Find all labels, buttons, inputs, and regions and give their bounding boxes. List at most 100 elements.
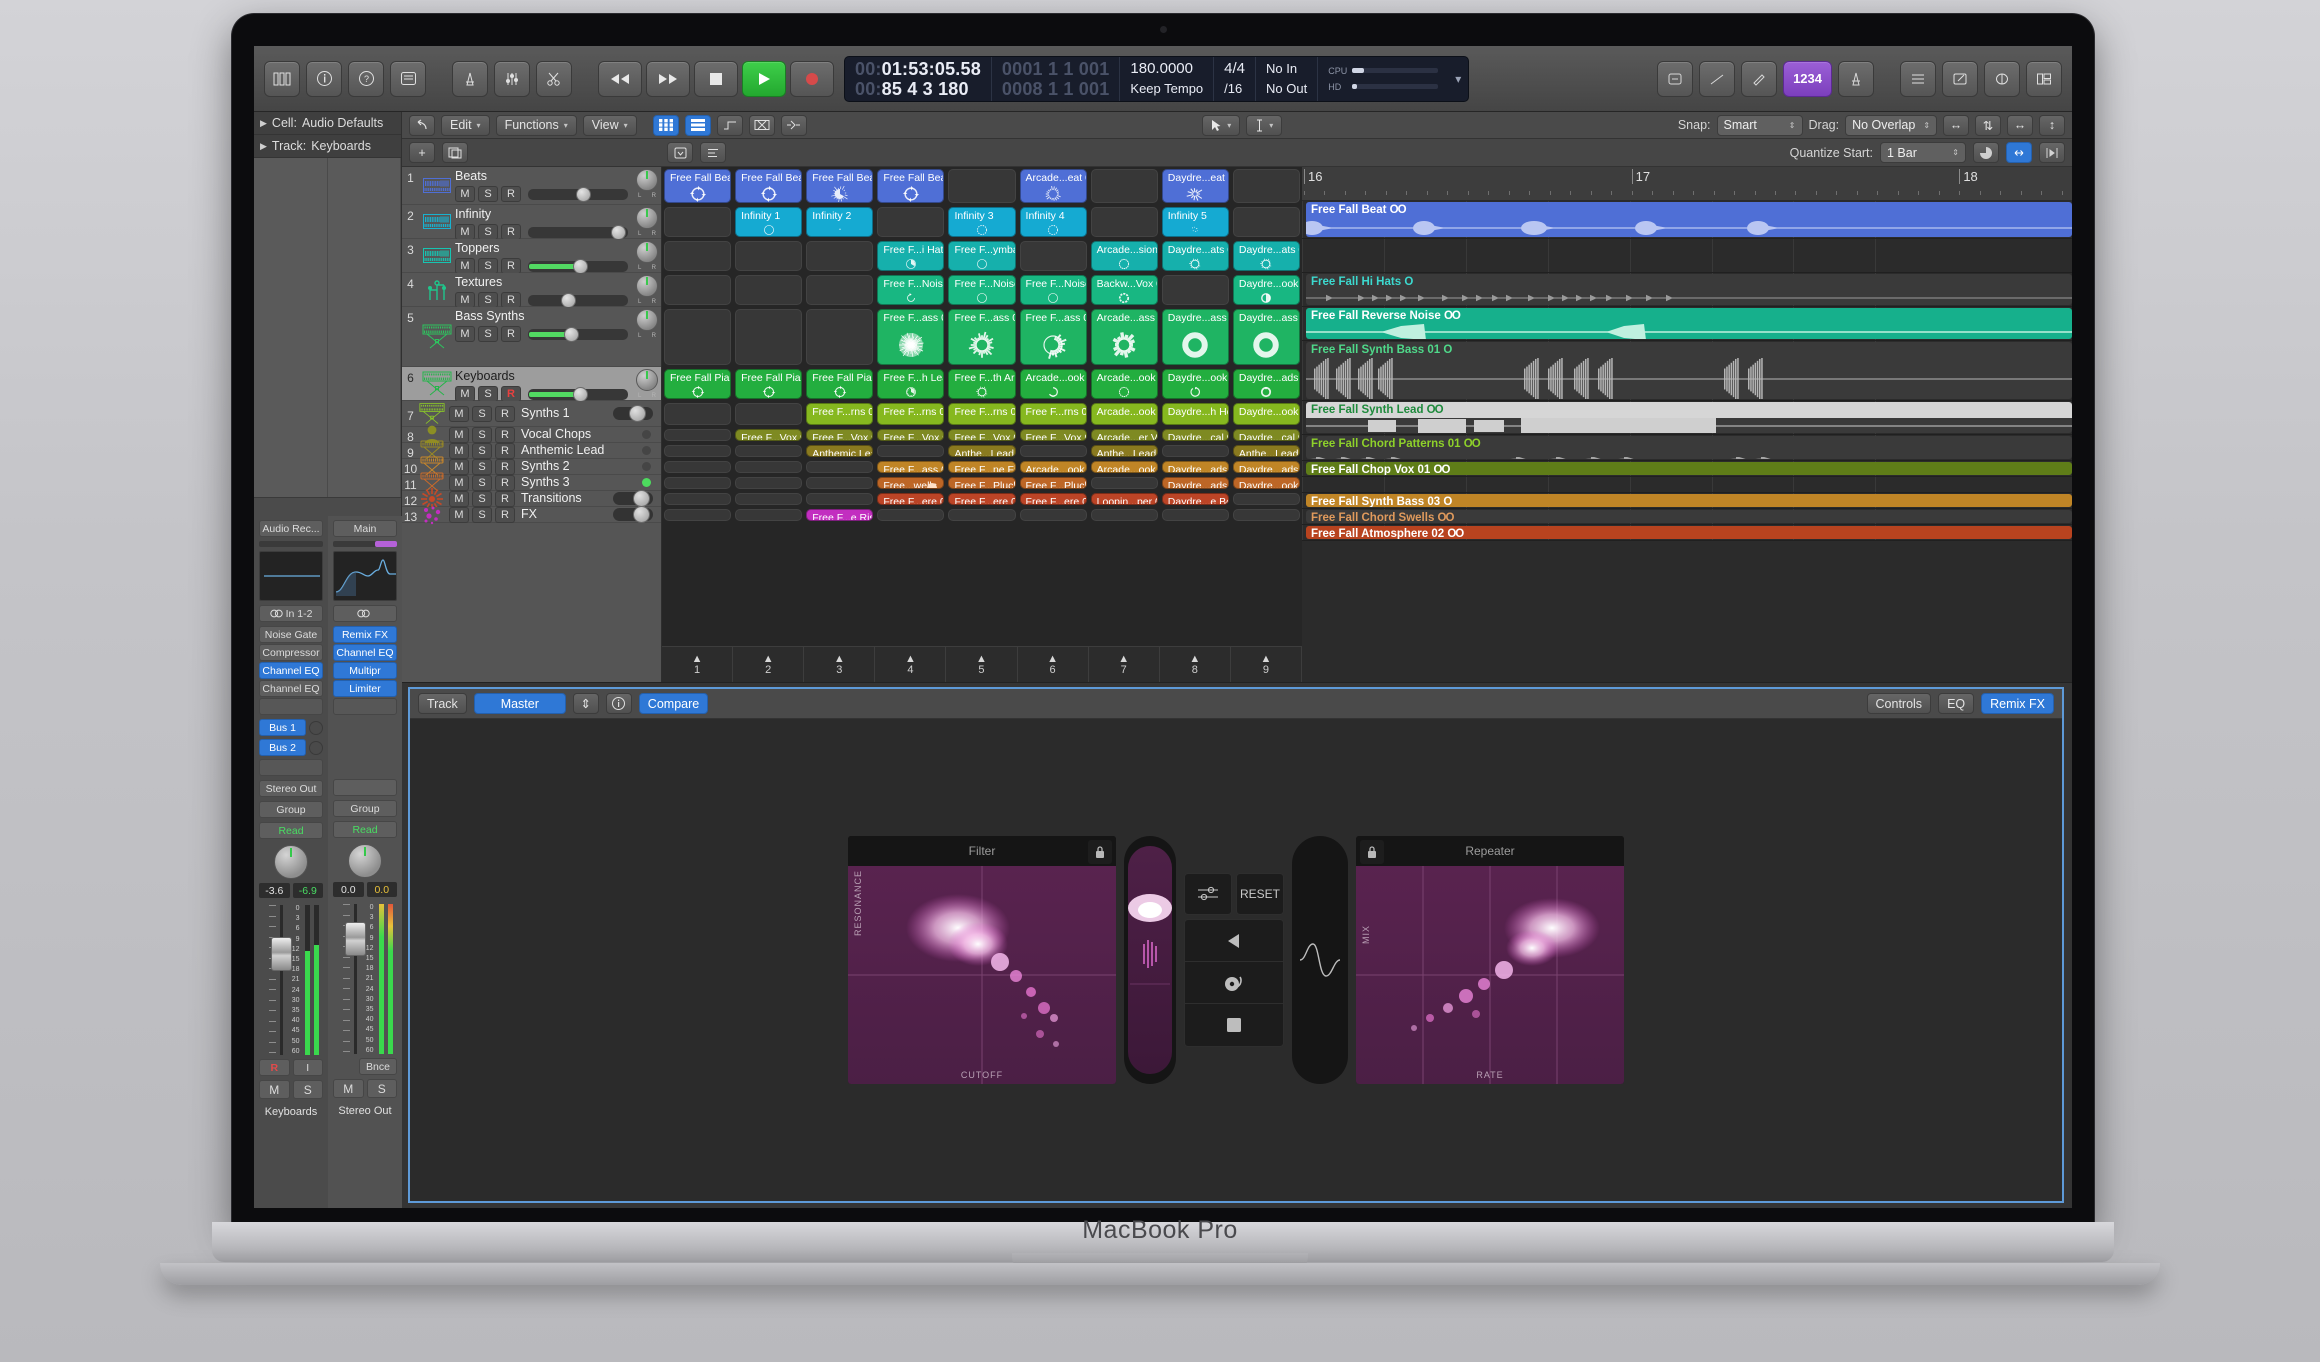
scene-trigger-8[interactable]: ▲ 8 (1160, 647, 1231, 682)
duplicate-track-icon[interactable] (442, 142, 468, 163)
scene-trigger-5[interactable]: ▲ 5 (946, 647, 1018, 682)
region-free-fall-atmosphere-02[interactable]: Free Fall Atmosphere 02 OO (1306, 526, 2072, 539)
metronome-icon[interactable] (452, 60, 488, 97)
cell-free-fall-beat[interactable]: Free Fall Beat (877, 169, 945, 203)
record-options-icon[interactable] (700, 142, 726, 163)
track-header-toppers[interactable]: 3 Toppers M S R LR (402, 239, 661, 274)
strip-group-1[interactable]: Group (333, 800, 397, 817)
strip-pan-knob-0[interactable] (274, 845, 308, 879)
plugin-info-icon[interactable] (605, 693, 632, 714)
track-mute[interactable]: M (455, 386, 475, 402)
cell-infinity-5[interactable]: Infinity 5 (1161, 207, 1229, 237)
cell-empty[interactable] (1161, 275, 1229, 305)
turntable-icon[interactable] (1185, 962, 1283, 1004)
cell-free-f-h-lead[interactable]: Free F...h Lead (877, 369, 945, 399)
plugin-slot-empty-0[interactable] (259, 698, 323, 715)
track-volume-mini[interactable] (613, 506, 653, 523)
cell-daydre-ook-04[interactable]: Daydre...ook 04 (1232, 403, 1300, 425)
track-solo[interactable]: S (472, 405, 492, 422)
cell-empty[interactable] (664, 309, 732, 365)
track-mute[interactable]: M (455, 258, 475, 274)
zoom-region-icon[interactable]: ⇅ (1975, 114, 2002, 136)
track-solo[interactable]: S (478, 186, 498, 202)
plugin-track-button[interactable]: Track (418, 693, 467, 714)
cell-anthe-lead-5[interactable]: Anthe...Lead 5 (1232, 445, 1300, 457)
disclosure-triangle-icon-2[interactable]: ▶ (260, 141, 267, 152)
cell-empty[interactable] (806, 275, 874, 305)
stand-keyboard-icon[interactable] (419, 307, 455, 366)
track-pan-knob[interactable]: LR (636, 275, 658, 305)
filter-pad-canvas[interactable]: RESONANCE CUTOFF (848, 866, 1116, 1084)
grid-view-icon[interactable] (652, 114, 679, 136)
region-free-fall-synth-lead[interactable]: Free Fall Synth Lead OO (1306, 402, 2072, 433)
cell-loopin-per-01[interactable]: Loopin...per 01 (1090, 493, 1158, 505)
volume-fader-1[interactable] (344, 904, 366, 1054)
plugin-slot-empty-1[interactable] (333, 698, 397, 715)
cell-empty[interactable] (735, 509, 803, 521)
cell-arcade-ook-08[interactable]: Arcade...ook 08 (1019, 461, 1087, 473)
cell-empty[interactable] (948, 169, 1016, 203)
cell-empty[interactable] (1161, 445, 1229, 457)
cell-free-f-rns-02[interactable]: Free F...rns 02 (1019, 403, 1087, 425)
track-pan-knob[interactable]: LR (636, 241, 658, 271)
cell-empty[interactable] (664, 493, 732, 505)
zoom-vertical-icon[interactable]: ↕ (2039, 114, 2066, 136)
lcd-chevron-down-icon[interactable]: ▾ (1448, 57, 1468, 101)
track-mute[interactable]: M (455, 224, 475, 240)
inspector-cell-header[interactable]: ▶ Cell: Audio Defaults (254, 112, 401, 135)
cell-free-f-i-hats[interactable]: Free F...i Hats (877, 241, 945, 271)
cell-empty[interactable] (806, 493, 874, 505)
filter-pad[interactable]: Filter RESONANCE CUTOFF (848, 836, 1116, 1084)
scissors-icon[interactable] (536, 60, 572, 97)
info-icon[interactable] (306, 60, 342, 97)
cell-empty[interactable] (877, 509, 945, 521)
cell-free-fall-beat[interactable]: Free Fall Beat (806, 169, 874, 203)
strip-volume-value-1[interactable]: 0.0 (366, 882, 397, 897)
arrange-row-7[interactable]: Free Fall Chop Vox 01 OO (1302, 461, 2072, 477)
strip-name-0[interactable]: Audio Rec... (259, 520, 323, 537)
plugin-slot-0-2[interactable]: Channel EQ (259, 662, 323, 679)
send-empty-0[interactable] (259, 759, 323, 776)
track-solo[interactable]: S (478, 326, 498, 342)
cell-infinity-1[interactable]: Infinity 1 (735, 207, 803, 237)
repeater-pad-canvas[interactable]: MIX RATE (1356, 866, 1624, 1084)
region-free-fall-hi-hats[interactable]: Free Fall Hi Hats O (1306, 274, 2072, 305)
tuner-icon[interactable] (494, 60, 530, 97)
arrange-row-10[interactable]: Free Fall Chord Swells OO (1302, 509, 2072, 525)
cell-free-f-plucks[interactable]: Free F...Plucks (948, 477, 1016, 489)
arrange-row-1[interactable] (1302, 239, 2072, 273)
track-record[interactable]: R (495, 506, 515, 523)
stop-square-icon[interactable] (1185, 1004, 1283, 1046)
cell-empty[interactable] (735, 445, 803, 457)
cell-empty[interactable] (1090, 509, 1158, 521)
downsampler-strip[interactable] (1292, 836, 1348, 1084)
track-record[interactable]: R (501, 292, 521, 308)
lcd-io[interactable]: No In No Out (1256, 56, 1319, 101)
mute-button-0[interactable]: M (259, 1080, 290, 1099)
cell-free-f-rns-02[interactable]: Free F...rns 02 (948, 403, 1016, 425)
forward-button[interactable] (646, 60, 690, 97)
cell-empty[interactable] (877, 207, 945, 237)
rewind-button[interactable] (598, 60, 642, 97)
strip-output-1[interactable] (333, 779, 397, 796)
strip-automation-0[interactable]: Read (259, 822, 323, 839)
strip-eq-display-0[interactable] (259, 551, 323, 601)
solo-button-1[interactable]: S (366, 1079, 397, 1098)
cell-free-f-ass-01[interactable]: Free F...ass 01 (877, 309, 945, 365)
cell-anthe-lead-2[interactable]: Anthe...Lead 2 (948, 445, 1016, 457)
track-record[interactable]: R (501, 186, 521, 202)
track-record[interactable]: R (495, 405, 515, 422)
reverse-play-icon[interactable] (1185, 920, 1283, 962)
cell-free-fall-piano[interactable]: Free Fall Piano (664, 369, 732, 399)
cell-daydre-eat-01[interactable]: Daydre...eat 01 (1161, 169, 1229, 203)
plugin-slot-1-0[interactable]: Remix FX (333, 626, 397, 643)
cell-empty[interactable] (1019, 509, 1087, 521)
count-in-button[interactable]: 1234 (1783, 60, 1832, 97)
cell-free-f-noise[interactable]: Free F...Noise (877, 275, 945, 305)
track-volume-slider[interactable] (528, 224, 628, 240)
channel-strip-0[interactable]: Audio Rec... In 1-2 Noise Gate Compressor Ch… (254, 516, 328, 1208)
track-solo[interactable]: S (478, 292, 498, 308)
scene-trigger-4[interactable]: ▲ 4 (875, 647, 947, 682)
plugin-slot-0-0[interactable]: Noise Gate (259, 626, 323, 643)
loop-icon[interactable] (2006, 142, 2032, 163)
